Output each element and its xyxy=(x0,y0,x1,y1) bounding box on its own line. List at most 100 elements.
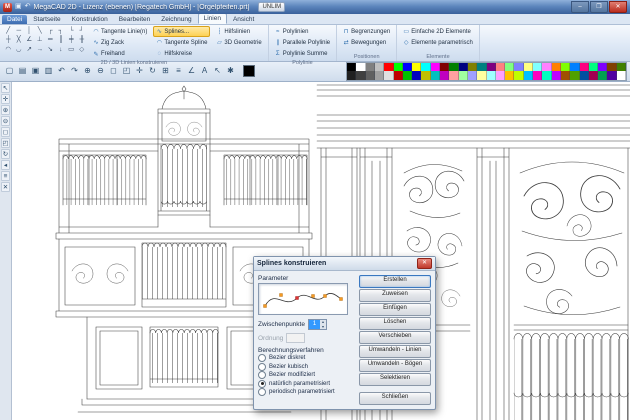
color-swatch[interactable] xyxy=(580,71,589,80)
color-swatch[interactable] xyxy=(459,71,468,80)
color-swatch[interactable] xyxy=(468,63,477,72)
color-swatch[interactable] xyxy=(542,63,551,72)
line-tool-icon[interactable]: ▭ xyxy=(66,45,77,54)
color-swatch[interactable] xyxy=(607,71,616,80)
color-swatch[interactable] xyxy=(431,63,440,72)
ribbon-button-3d-geometrie[interactable]: ▱ 3D Geometrie xyxy=(213,37,264,48)
color-swatch[interactable] xyxy=(347,71,356,80)
color-swatch[interactable] xyxy=(459,63,468,72)
ribbon-button-bewegungen[interactable]: ⇄ Bewegungen xyxy=(340,37,393,48)
line-tool-icon[interactable]: ║ xyxy=(56,35,67,44)
spinner-down-icon[interactable]: ▾ xyxy=(320,325,326,330)
color-swatch[interactable] xyxy=(356,71,365,80)
color-swatch[interactable] xyxy=(384,63,393,72)
line-tool-icon[interactable]: → xyxy=(35,45,46,54)
color-swatch[interactable] xyxy=(440,63,449,72)
quick-undo-icon[interactable]: ↶ xyxy=(25,0,31,14)
zwischenpunkte-stepper[interactable]: 1 ▴ ▾ xyxy=(308,319,327,330)
radio-bezier-modifiziert[interactable]: Bezier modifiziert xyxy=(258,371,354,380)
selektieren-button[interactable]: Selektieren xyxy=(359,373,431,386)
color-swatch[interactable] xyxy=(487,71,496,80)
color-swatch[interactable] xyxy=(496,71,505,80)
line-tool-icon[interactable]: ─ xyxy=(14,26,25,35)
color-swatch[interactable] xyxy=(403,63,412,72)
unlim-badge[interactable]: UNLIM xyxy=(258,2,285,12)
color-swatch[interactable] xyxy=(477,71,486,80)
ribbon-button-polylinie-summe[interactable]: Σ Polylinie Summe xyxy=(272,49,333,60)
color-swatch[interactable] xyxy=(514,71,523,80)
line-tool-icon[interactable]: ∠ xyxy=(24,35,35,44)
color-swatch[interactable] xyxy=(552,71,561,80)
color-swatch[interactable] xyxy=(617,71,626,80)
color-swatch[interactable] xyxy=(375,63,384,72)
color-swatch[interactable] xyxy=(542,71,551,80)
dialog-title-bar[interactable]: Splines konstruieren ✕ xyxy=(254,257,435,271)
ribbon-button-parallele-polylinie[interactable]: ∥ Parallele Polylinie xyxy=(272,37,333,48)
color-swatch[interactable] xyxy=(394,63,403,72)
color-swatch[interactable] xyxy=(561,63,570,72)
pan-icon[interactable]: ✛ xyxy=(1,94,10,104)
color-swatch[interactable] xyxy=(440,71,449,80)
line-tool-icon[interactable]: ◠ xyxy=(3,45,14,54)
layers-icon[interactable]: ≡ xyxy=(1,171,10,181)
select-icon[interactable]: ↖ xyxy=(1,83,10,93)
color-swatch[interactable] xyxy=(524,71,533,80)
schliessen-button[interactable]: Schließen xyxy=(359,392,431,405)
color-swatch[interactable] xyxy=(561,71,570,80)
color-swatch[interactable] xyxy=(580,63,589,72)
einfuegen-button[interactable]: Einfügen xyxy=(359,303,431,316)
color-swatch[interactable] xyxy=(431,71,440,80)
line-tool-icon[interactable]: ↘ xyxy=(45,45,56,54)
close-button[interactable]: ✕ xyxy=(609,1,627,13)
line-tool-icon[interactable]: ═ xyxy=(45,35,56,44)
line-tool-icon[interactable]: ◡ xyxy=(14,45,25,54)
color-swatch[interactable] xyxy=(366,71,375,80)
maximize-button[interactable]: ❐ xyxy=(590,1,608,13)
ribbon-button-hilfskreise[interactable]: ◌ Hilfskreise xyxy=(153,49,210,60)
erstellen-button[interactable]: Erstellen xyxy=(359,275,431,288)
color-swatch[interactable] xyxy=(570,71,579,80)
line-tool-icon[interactable]: ┘ xyxy=(77,26,88,35)
color-swatch[interactable] xyxy=(366,63,375,72)
color-swatch[interactable] xyxy=(477,63,486,72)
line-tool-icon[interactable]: ⊥ xyxy=(35,35,46,44)
color-swatch[interactable] xyxy=(533,63,542,72)
verschieben-button[interactable]: Verschieben xyxy=(359,331,431,344)
ribbon-button-einfache-2d-elemente[interactable]: ▭ Einfache 2D Elemente xyxy=(400,26,476,37)
color-swatch[interactable] xyxy=(468,71,477,80)
radio-circle[interactable] xyxy=(258,354,266,362)
color-swatch[interactable] xyxy=(524,63,533,72)
radio-natuerlich-parametrisiert[interactable]: natürlich parametrisiert xyxy=(258,380,354,389)
color-swatch[interactable] xyxy=(394,71,403,80)
color-swatch[interactable] xyxy=(421,71,430,80)
color-swatch[interactable] xyxy=(347,63,356,72)
radio-periodisch-parametrisiert[interactable]: periodisch parametrisiert xyxy=(258,388,354,397)
color-swatch[interactable] xyxy=(384,71,393,80)
ribbon-button-hilfslinien[interactable]: ┆ Hilfslinien xyxy=(213,26,264,37)
line-tool-icon[interactable]: ↗ xyxy=(24,45,35,54)
tab-bearbeiten[interactable]: Bearbeiten xyxy=(114,15,155,24)
line-tool-icon[interactable]: │ xyxy=(24,26,35,35)
color-swatch[interactable] xyxy=(607,63,616,72)
line-tool-icon[interactable]: ╳ xyxy=(14,35,25,44)
color-swatch[interactable] xyxy=(505,71,514,80)
color-swatch[interactable] xyxy=(487,63,496,72)
color-swatch[interactable] xyxy=(514,63,523,72)
tab-datei[interactable]: Datei xyxy=(2,15,27,24)
color-swatch[interactable] xyxy=(412,71,421,80)
color-swatch[interactable] xyxy=(589,63,598,72)
color-swatch[interactable] xyxy=(617,63,626,72)
ribbon-button-zig-zack[interactable]: ∿ Zig Zack xyxy=(90,37,150,48)
ribbon-button-polylinien[interactable]: ≈ Polylinien xyxy=(272,26,333,37)
line-tool-icon[interactable]: ↓ xyxy=(56,45,67,54)
ribbon-button-elemente-parametrisch[interactable]: ◇ Elemente parametrisch xyxy=(400,37,476,48)
tab-startseite[interactable]: Startseite xyxy=(28,15,65,24)
ribbon-button-splines[interactable]: ∿ Splines... xyxy=(153,26,210,37)
ribbon-button-freihand[interactable]: ✎ Freihand xyxy=(90,49,150,60)
ribbon-button-begrenzungen[interactable]: ⊓ Begrenzungen xyxy=(340,26,393,37)
color-swatch[interactable] xyxy=(421,63,430,72)
line-tool-icon[interactable]: ╫ xyxy=(77,35,88,44)
redraw-icon[interactable]: ↻ xyxy=(1,149,10,159)
color-swatch[interactable] xyxy=(449,71,458,80)
color-swatch[interactable] xyxy=(598,63,607,72)
